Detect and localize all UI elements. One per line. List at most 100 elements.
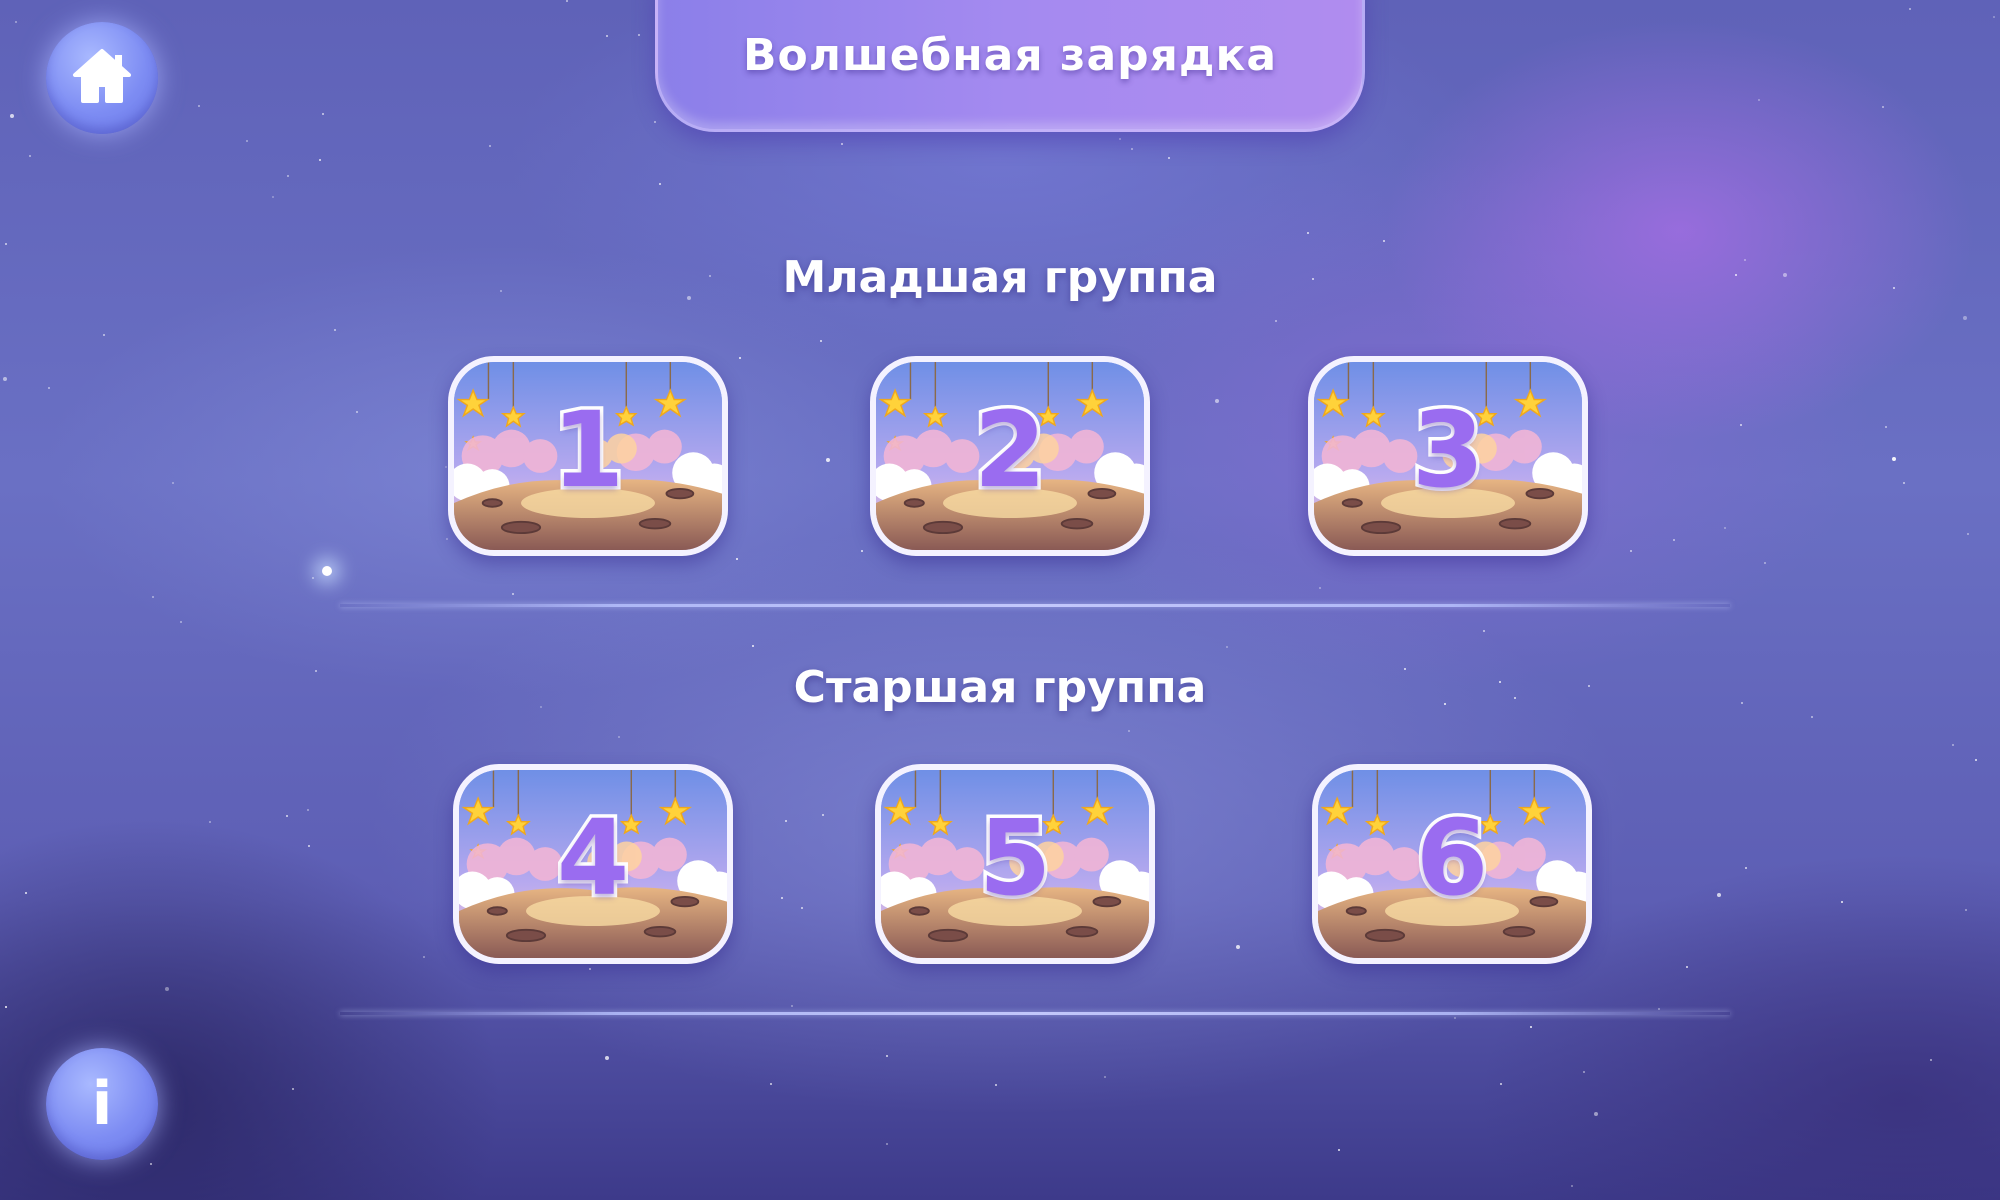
- star: [736, 558, 738, 560]
- star: [150, 1163, 152, 1165]
- lesson-card-4[interactable]: 4: [453, 764, 733, 964]
- lesson-card-6[interactable]: 6: [1312, 764, 1592, 964]
- star: [1930, 1059, 1932, 1061]
- star: [886, 1055, 888, 1057]
- star: [566, 0, 568, 2]
- star: [739, 357, 741, 359]
- lesson-number: 2: [970, 386, 1049, 515]
- bright-star: [322, 566, 332, 576]
- star: [1383, 240, 1385, 242]
- lesson-card-2[interactable]: 2: [870, 356, 1150, 556]
- star: [1168, 157, 1170, 159]
- star: [1571, 1185, 1573, 1187]
- star: [1226, 646, 1228, 648]
- star: [841, 143, 843, 145]
- star: [1275, 320, 1277, 322]
- star: [1128, 730, 1130, 732]
- star: [826, 458, 830, 462]
- star: [356, 411, 358, 413]
- star: [1724, 527, 1726, 529]
- star: [25, 892, 27, 894]
- star: [10, 114, 14, 118]
- star: [308, 845, 310, 847]
- star: [209, 821, 211, 823]
- star: [15, 21, 17, 23]
- lesson-number: 4: [553, 794, 632, 923]
- star: [1740, 424, 1742, 426]
- star: [801, 907, 803, 909]
- lesson-card-5[interactable]: 5: [875, 764, 1155, 964]
- star: [1673, 539, 1675, 541]
- star: [334, 329, 336, 331]
- star: [165, 987, 169, 991]
- star: [1319, 587, 1321, 589]
- star: [861, 550, 863, 552]
- star: [48, 387, 50, 389]
- star: [1841, 901, 1843, 903]
- star: [1965, 909, 1967, 911]
- home-button[interactable]: [46, 22, 158, 134]
- star: [791, 1005, 793, 1007]
- star: [1630, 550, 1632, 552]
- star: [1892, 457, 1896, 461]
- lesson-number: 3: [1408, 386, 1487, 515]
- star: [198, 105, 200, 107]
- star: [822, 814, 824, 816]
- section-divider: [340, 604, 1730, 607]
- star: [785, 820, 787, 822]
- lesson-card-3[interactable]: 3: [1308, 356, 1588, 556]
- star: [1131, 148, 1133, 150]
- star: [1717, 893, 1721, 897]
- star: [1215, 399, 1219, 403]
- star: [605, 1056, 609, 1060]
- star: [1811, 716, 1813, 718]
- star: [286, 815, 288, 817]
- lesson-number: 5: [975, 794, 1054, 923]
- star: [1952, 744, 1954, 746]
- star: [319, 159, 321, 161]
- star: [995, 1084, 997, 1086]
- info-icon: i: [91, 1069, 113, 1139]
- star: [1882, 106, 1884, 108]
- star: [307, 809, 309, 811]
- home-icon: [71, 47, 133, 109]
- star: [1903, 482, 1905, 484]
- star: [172, 482, 174, 484]
- star: [820, 340, 822, 342]
- star: [1975, 759, 1977, 761]
- senior-group-title: Старшая группа: [793, 662, 1207, 713]
- star: [5, 243, 7, 245]
- star: [512, 593, 514, 595]
- star: [29, 155, 31, 157]
- star: [1963, 316, 1967, 320]
- lesson-card-1[interactable]: 1: [448, 356, 728, 556]
- star: [1454, 1017, 1456, 1019]
- star: [1764, 562, 1766, 564]
- star: [1967, 533, 1969, 535]
- star: [446, 538, 448, 540]
- star: [1500, 1083, 1502, 1085]
- star: [1745, 867, 1747, 869]
- star: [1307, 232, 1309, 234]
- star: [3, 377, 7, 381]
- star: [886, 1143, 888, 1145]
- star: [654, 121, 656, 123]
- star: [1530, 1026, 1532, 1028]
- star: [272, 196, 274, 198]
- lesson-number: 6: [1412, 794, 1491, 923]
- star: [246, 140, 248, 142]
- star: [180, 621, 182, 623]
- star: [770, 1083, 772, 1085]
- star: [489, 145, 491, 147]
- star: [5, 1006, 7, 1008]
- star: [423, 956, 425, 958]
- star: [1119, 138, 1121, 140]
- star: [322, 113, 324, 115]
- star: [445, 466, 447, 468]
- star: [1483, 630, 1485, 632]
- star: [103, 334, 105, 336]
- info-button[interactable]: i: [46, 1048, 158, 1160]
- star: [781, 897, 783, 899]
- star: [638, 34, 640, 36]
- starfield: [0, 0, 2000, 1200]
